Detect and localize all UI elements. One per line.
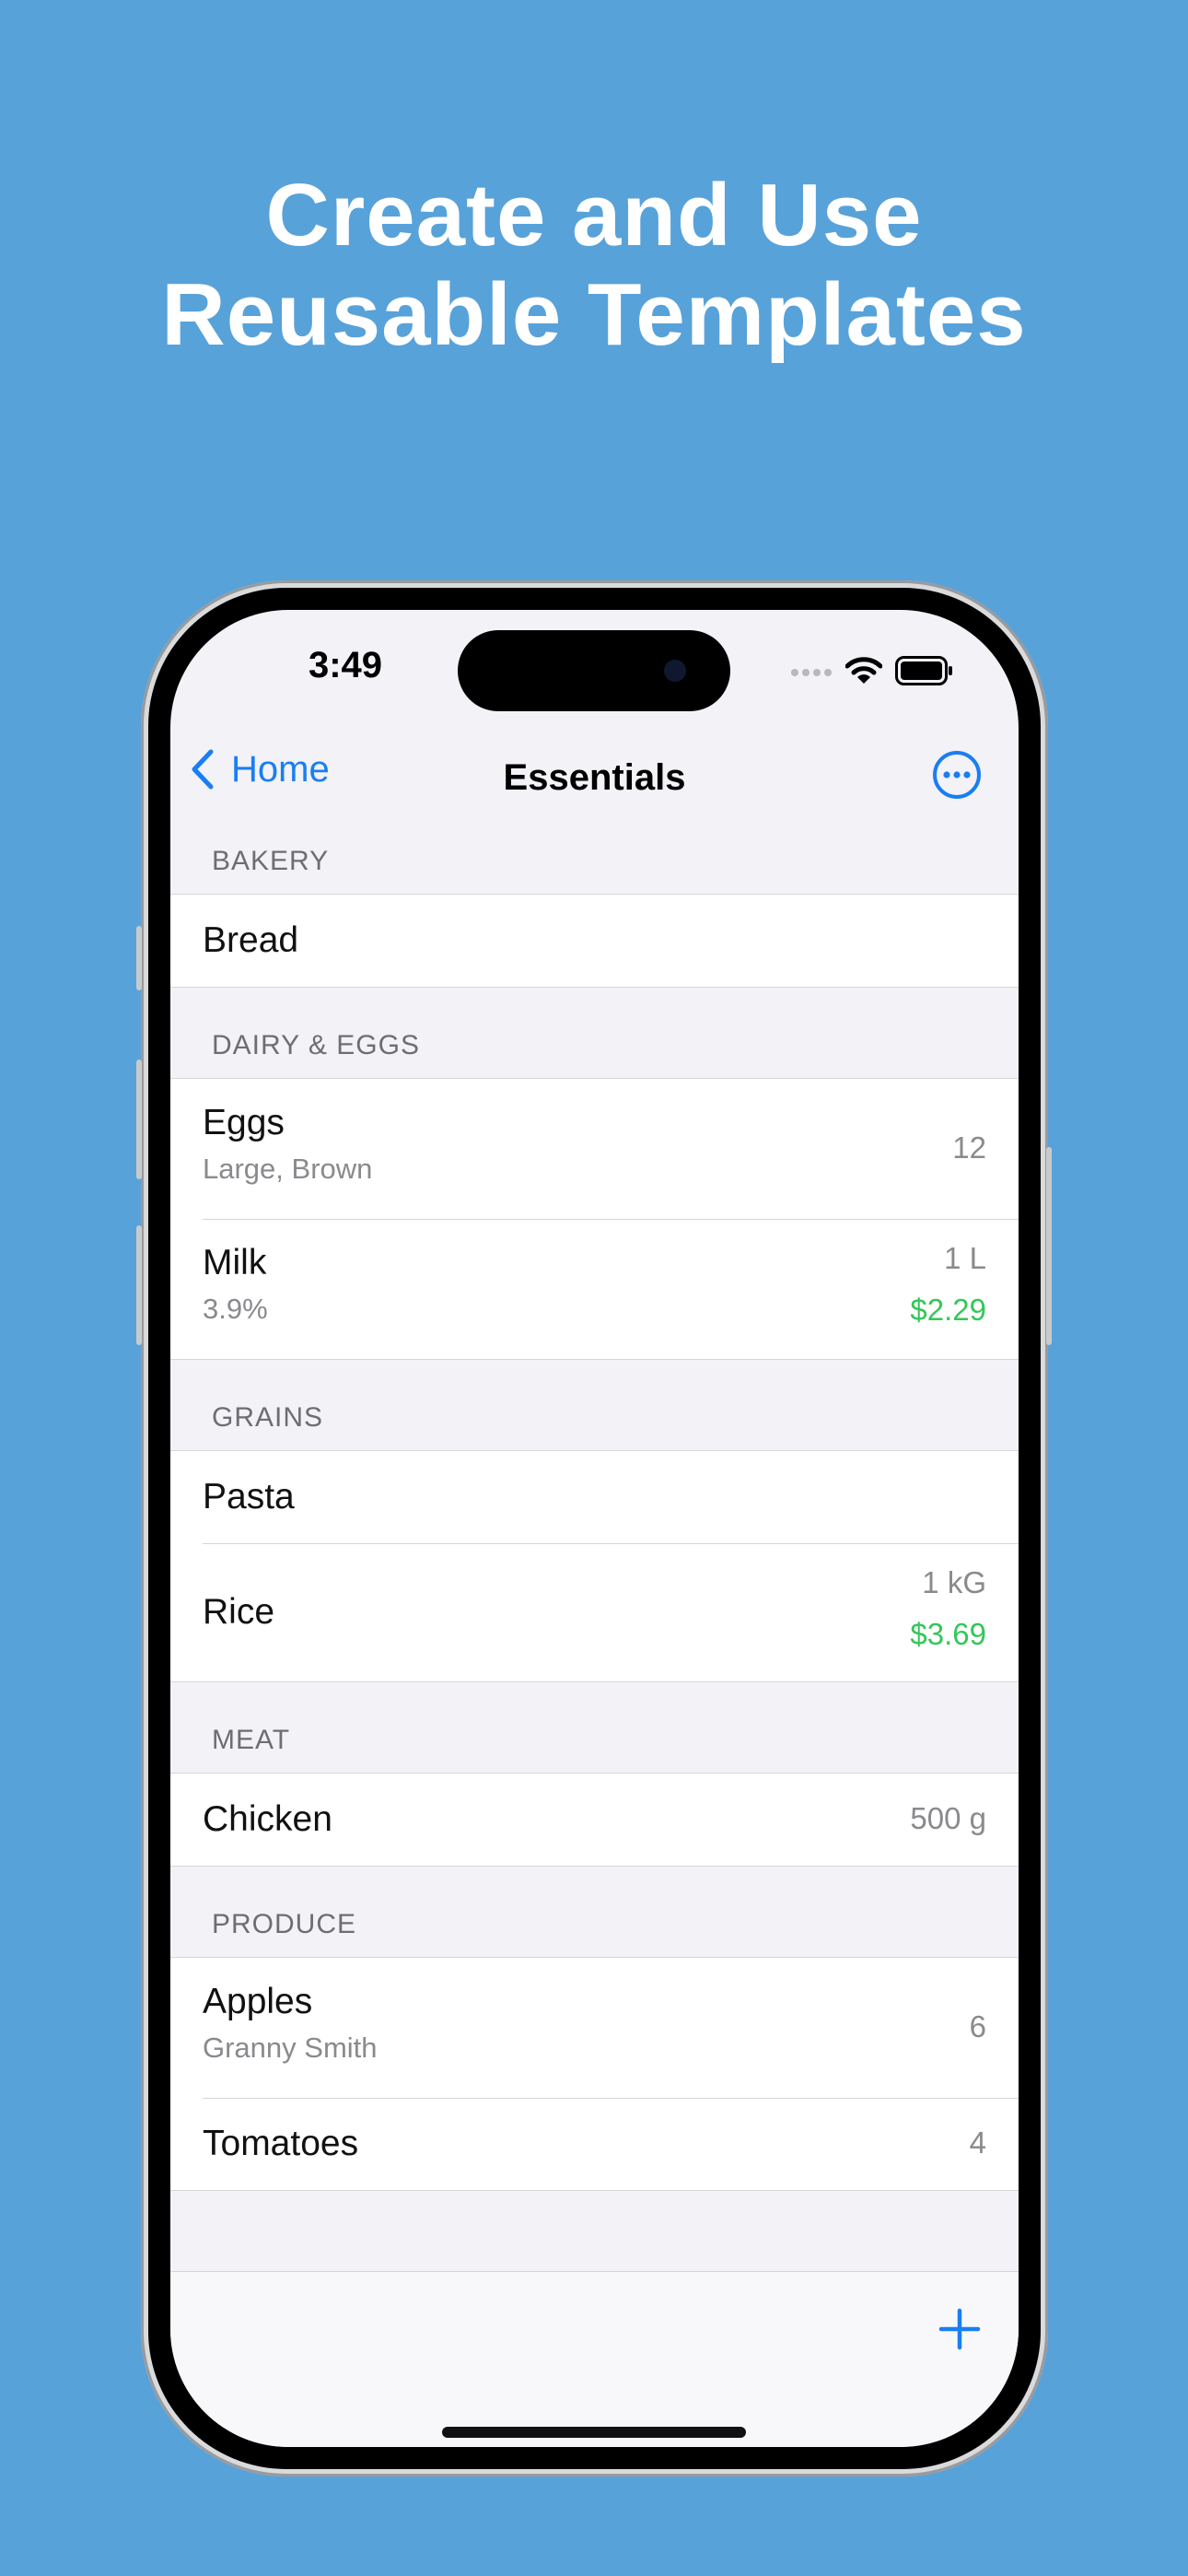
item-name: Eggs [203,1103,285,1142]
camera-lens [664,660,686,682]
section-meat: Chicken 500 g [170,1773,1019,1867]
more-options-button[interactable] [932,750,982,804]
plus-icon [938,2308,981,2350]
section-header-produce: PRODUCE [212,1909,357,1939]
cellular-signal-icon [791,669,832,676]
item-quantity: 1 L [944,1241,986,1275]
item-quantity: 12 [952,1130,986,1165]
list-item[interactable]: Pasta [170,1451,1019,1543]
item-name: Bread [203,920,299,960]
page-title: Essentials [503,757,686,798]
headline-line-2: Reusable Templates [161,265,1027,364]
phone-volume-up [136,1060,142,1179]
list-item[interactable]: Milk 3.9% 1 L $2.29 [170,1219,1019,1359]
section-bakery: Bread [170,894,1019,988]
item-price: $3.69 [910,1617,986,1651]
navigation-bar: Home Essentials [170,730,1019,822]
ellipsis-circle-icon [933,751,981,799]
wifi-icon [845,657,882,684]
item-quantity: 6 [969,2009,986,2043]
headline: Create and Use Reusable Templates [0,166,1188,365]
item-quantity: 4 [969,2125,986,2160]
home-indicator[interactable] [442,2427,746,2438]
item-name: Milk [203,1243,267,1282]
item-note: 3.9% [203,1293,268,1325]
section-produce: Apples Granny Smith 6 Tomatoes 4 [170,1957,1019,2191]
section-header-bakery: BAKERY [212,846,330,876]
section-header-grains: GRAINS [212,1402,324,1433]
dynamic-island [458,630,730,711]
item-name: Tomatoes [203,2124,359,2163]
section-dairy-eggs: Eggs Large, Brown 12 Milk 3.9% 1 L $2.29 [170,1078,1019,1360]
item-name: Apples [203,1982,313,2021]
item-quantity: 1 kG [922,1565,986,1599]
list-item[interactable]: Tomatoes 4 [170,2098,1019,2190]
item-quantity: 500 g [910,1801,986,1835]
status-indicators [790,656,954,685]
battery-icon [895,656,952,685]
bottom-toolbar [170,2271,1019,2447]
section-header-meat: MEAT [212,1725,291,1755]
headline-line-1: Create and Use [265,166,923,264]
section-grains: Pasta Rice 1 kG $3.69 [170,1450,1019,1682]
item-price: $2.29 [910,1293,986,1327]
item-name: Rice [203,1592,275,1632]
section-header-dairy-eggs: DAIRY & EGGS [212,1030,420,1060]
list-item[interactable]: Apples Granny Smith 6 [170,1958,1019,2098]
phone-volume-down [136,1225,142,1345]
list-item[interactable]: Bread [170,895,1019,987]
item-name: Pasta [203,1477,295,1516]
list-item[interactable]: Rice 1 kG $3.69 [170,1543,1019,1681]
item-name: Chicken [203,1799,332,1839]
status-time: 3:49 [308,645,383,685]
template-list: BAKERY Bread DAIRY & EGGS Eggs Large, Br… [170,822,1019,2191]
item-note: Granny Smith [203,2032,378,2064]
phone-mute-switch [136,926,142,990]
list-item[interactable]: Chicken 500 g [170,1774,1019,1866]
item-note: Large, Brown [203,1153,373,1185]
add-item-button[interactable] [938,2307,982,2356]
phone-power-button [1046,1147,1052,1345]
phone-screen: 3:49 Home Essentials BAKERY Bread DAIRY … [170,610,1019,2447]
list-item[interactable]: Eggs Large, Brown 12 [170,1079,1019,1219]
